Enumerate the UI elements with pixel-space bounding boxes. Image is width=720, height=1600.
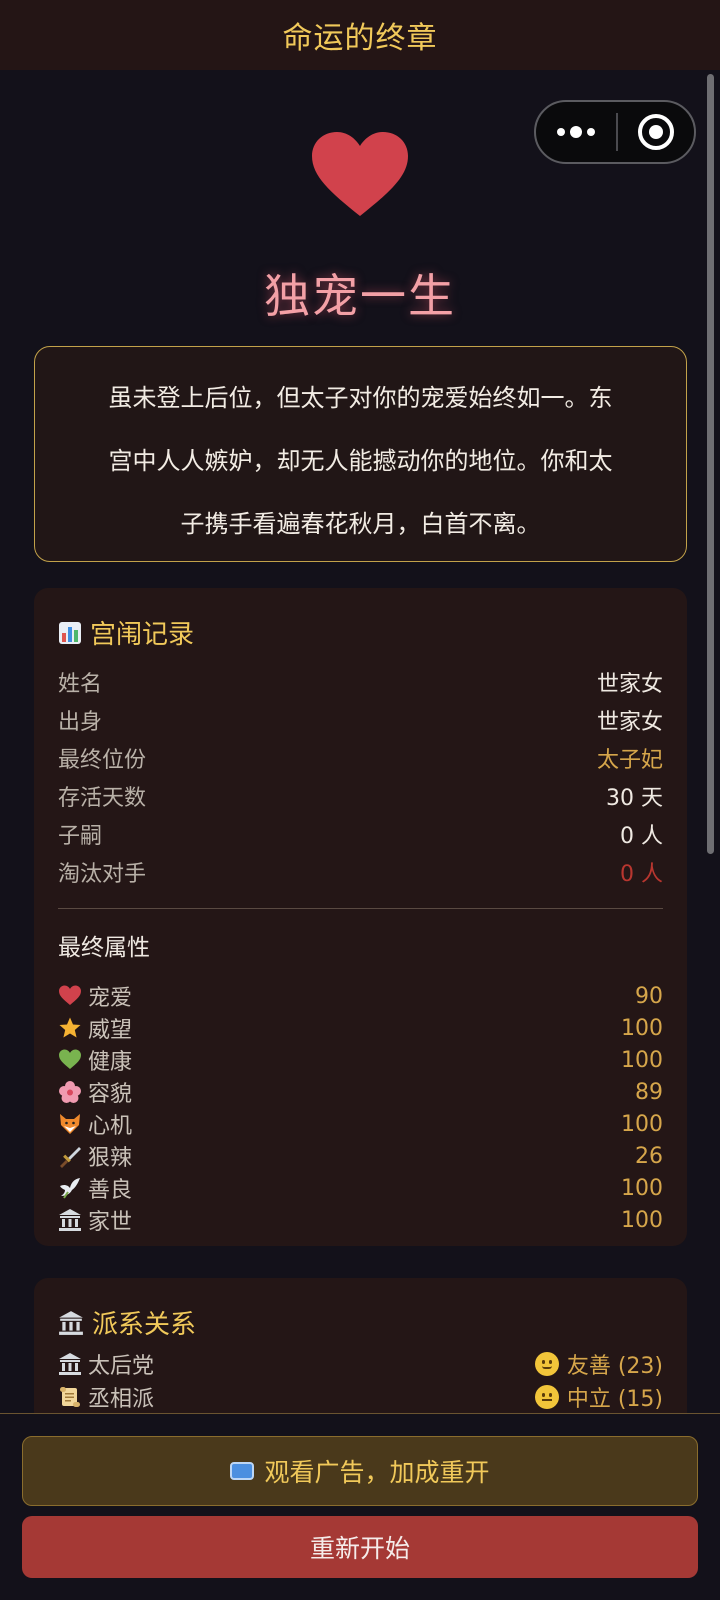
chart-icon bbox=[59, 621, 81, 644]
faction-row: 太后党 友善 (23) bbox=[58, 1348, 663, 1380]
star-icon bbox=[59, 1017, 81, 1038]
record-value: 0 人 bbox=[620, 824, 663, 849]
faction-label: 丞相派 bbox=[88, 1387, 155, 1412]
attribute-label: 家世 bbox=[88, 1210, 133, 1235]
attribute-label: 心机 bbox=[88, 1114, 133, 1139]
attribute-row: 威望 100 bbox=[58, 1012, 663, 1044]
nav-bar: 命运的终章 bbox=[0, 0, 720, 70]
attribute-label: 善良 bbox=[88, 1178, 133, 1203]
miniprogram-capsule bbox=[534, 100, 696, 164]
faction-label: 太后党 bbox=[88, 1354, 155, 1379]
temple-icon bbox=[59, 1209, 81, 1231]
more-menu-button[interactable] bbox=[536, 102, 616, 162]
attribute-value: 100 bbox=[621, 1015, 663, 1041]
scroll-icon bbox=[60, 1387, 80, 1407]
record-value: 0 人 bbox=[620, 862, 663, 887]
record-value: 30 天 bbox=[606, 786, 663, 811]
attribute-row: 健康 100 bbox=[58, 1044, 663, 1076]
record-value: 太子妃 bbox=[596, 748, 663, 773]
record-label: 最终位份 bbox=[58, 748, 147, 773]
attribute-value: 89 bbox=[635, 1079, 663, 1105]
scrollbar[interactable] bbox=[707, 74, 714, 854]
neutral-face-icon bbox=[534, 1385, 559, 1409]
temple-icon bbox=[59, 1353, 81, 1375]
attribute-row: 宠爱 90 bbox=[58, 980, 663, 1012]
factions-header: 派系关系 bbox=[58, 1304, 196, 1341]
ending-description-line: 子携手看遍春花秋月，白首不离。 bbox=[180, 510, 541, 538]
attribute-row: 容貌 89 bbox=[58, 1076, 663, 1108]
faction-status: 中立 (15) bbox=[566, 1387, 663, 1412]
attribute-value: 100 bbox=[621, 1047, 663, 1073]
record-label: 淘汰对手 bbox=[58, 862, 147, 887]
ending-description-line: 虽未登上后位，但太子对你的宠爱始终如一。东 bbox=[108, 384, 613, 412]
record-label: 子嗣 bbox=[58, 824, 103, 849]
attribute-value: 100 bbox=[621, 1175, 663, 1201]
ending-description-line: 宫中人人嫉妒，却无人能撼动你的地位。你和太 bbox=[108, 447, 613, 475]
restart-button[interactable]: 重新开始 bbox=[22, 1516, 698, 1578]
attribute-value: 90 bbox=[635, 983, 663, 1009]
record-row-name: 姓名 世家女 bbox=[58, 666, 663, 698]
attribute-row: 善良 100 bbox=[58, 1172, 663, 1204]
attribute-value: 100 bbox=[621, 1111, 663, 1137]
page-title: 命运的终章 bbox=[282, 21, 438, 56]
record-value: 世家女 bbox=[596, 672, 663, 697]
record-row-heirs: 子嗣 0 人 bbox=[58, 818, 663, 850]
heart-icon bbox=[312, 132, 408, 216]
attribute-label: 宠爱 bbox=[88, 986, 133, 1011]
fox-icon bbox=[60, 1114, 80, 1134]
ending-title: 独宠一生 bbox=[264, 269, 456, 323]
restart-label: 重新开始 bbox=[309, 1534, 410, 1563]
attribute-label: 威望 bbox=[88, 1018, 133, 1043]
palace-record-title: 宫闱记录 bbox=[90, 620, 195, 650]
content-scroll-area[interactable]: 独宠一生 虽未登上后位，但太子对你的宠爱始终如一。东 宫中人人嫉妒，却无人能撼动… bbox=[0, 70, 720, 1413]
attribute-label: 狠辣 bbox=[88, 1146, 133, 1171]
close-miniprogram-button[interactable] bbox=[618, 114, 694, 150]
watch-ad-label: 观看广告，加成重开 bbox=[264, 1458, 490, 1487]
record-label: 姓名 bbox=[58, 672, 103, 697]
record-label: 出身 bbox=[58, 710, 103, 735]
temple-icon bbox=[59, 1310, 83, 1335]
attribute-value: 26 bbox=[635, 1143, 663, 1169]
attribute-row: 家世 100 bbox=[58, 1204, 663, 1236]
factions-card: 派系关系 太后党 友善 (23) 丞相派 中立 (15) bbox=[34, 1278, 687, 1413]
attribute-row: 心机 100 bbox=[58, 1108, 663, 1140]
faction-status: 友善 (23) bbox=[566, 1354, 663, 1379]
attribute-row: 狠辣 26 bbox=[58, 1140, 663, 1172]
ending-description-box: 虽未登上后位，但太子对你的宠爱始终如一。东 宫中人人嫉妒，却无人能撼动你的地位。… bbox=[34, 346, 687, 562]
record-row-days: 存活天数 30 天 bbox=[58, 780, 663, 812]
target-icon bbox=[638, 114, 674, 150]
attribute-value: 100 bbox=[621, 1207, 663, 1233]
faction-row: 丞相派 中立 (15) bbox=[58, 1381, 663, 1413]
flower-icon bbox=[59, 1081, 81, 1103]
record-row-rank: 最终位份 太子妃 bbox=[58, 742, 663, 774]
record-value: 世家女 bbox=[596, 710, 663, 735]
palace-record-header: 宫闱记录 bbox=[58, 614, 194, 651]
record-label: 存活天数 bbox=[58, 786, 147, 811]
dagger-icon bbox=[60, 1147, 81, 1168]
record-row-eliminated: 淘汰对手 0 人 bbox=[58, 856, 663, 888]
divider bbox=[58, 908, 663, 909]
tv-icon bbox=[230, 1462, 255, 1480]
record-row-origin: 出身 世家女 bbox=[58, 704, 663, 736]
dove-icon bbox=[60, 1178, 80, 1199]
attributes-title: 最终属性 bbox=[58, 935, 150, 961]
heart-icon bbox=[59, 985, 81, 1005]
attribute-label: 容貌 bbox=[88, 1082, 133, 1107]
smile-face-icon bbox=[534, 1352, 559, 1376]
green-heart-icon bbox=[59, 1049, 81, 1069]
watch-ad-restart-button[interactable]: 观看广告，加成重开 bbox=[22, 1436, 698, 1506]
attribute-label: 健康 bbox=[88, 1050, 133, 1075]
factions-title: 派系关系 bbox=[92, 1310, 197, 1340]
palace-record-card: 宫闱记录 姓名 世家女 出身 世家女 最终位份 太子妃 存活天数 30 天 子嗣… bbox=[34, 588, 687, 1246]
footer-actions: 观看广告，加成重开 重新开始 bbox=[0, 1413, 720, 1600]
